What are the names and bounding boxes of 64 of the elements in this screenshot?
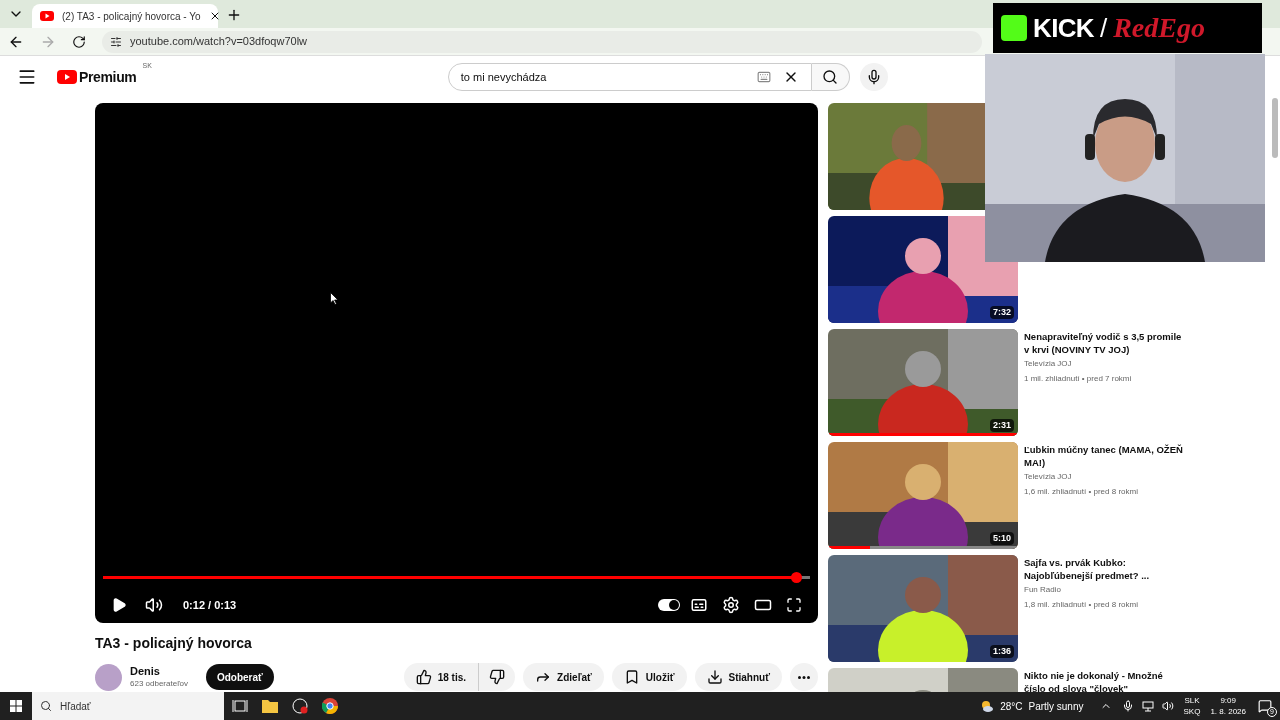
search-button[interactable] [811, 63, 850, 91]
microphone-icon[interactable] [1121, 700, 1134, 712]
save-button[interactable]: Uložiť [611, 663, 687, 692]
view-stats: 1,8 mil. zhliadnutí • pred 8 rokmi [1024, 599, 1139, 611]
network-icon[interactable] [1141, 700, 1154, 712]
thumbs-down-icon [489, 669, 506, 686]
more-icon [798, 675, 810, 679]
video-title-link[interactable]: Ľubkin múčny tanec (MAMA, OŽEŇ MA!) [1024, 443, 1184, 469]
more-button[interactable] [790, 663, 818, 692]
share-button[interactable]: Zdieľať [523, 663, 604, 692]
video-title-link[interactable]: Nikto nie je dokonalý - Množné číslo od slova "človek" [1024, 669, 1184, 692]
recorder-icon[interactable] [292, 698, 308, 714]
video-title: TA3 - policajný hovorca [95, 634, 253, 654]
channel-name[interactable]: Fun Radio [1024, 584, 1184, 596]
volume-icon[interactable] [145, 596, 163, 615]
time-display: 0:12 / 0:13 [183, 598, 237, 614]
divider-slash: / [1099, 11, 1108, 45]
channel-name[interactable]: Televízia JOJ [1024, 358, 1184, 370]
thumbs-up-icon [415, 669, 432, 686]
taskbar-search-field[interactable]: Hľadať [32, 692, 224, 720]
voice-search-button[interactable] [859, 63, 888, 91]
video-player[interactable]: 0:12 / 0:13 [95, 103, 818, 624]
clock[interactable]: 9:09 1. 8. 2026 [1210, 695, 1246, 717]
fullscreen-icon[interactable] [786, 597, 802, 614]
youtube-logo-icon[interactable] [57, 70, 77, 84]
keyboard-icon[interactable] [756, 70, 771, 84]
youtube-favicon-icon [40, 11, 54, 21]
task-view-icon[interactable] [232, 698, 248, 714]
weather-text[interactable]: Partly sunny [1028, 698, 1084, 714]
speaker-icon[interactable] [1161, 700, 1174, 712]
temperature[interactable]: 28°C [1000, 698, 1023, 714]
autoplay-toggle[interactable] [658, 599, 680, 612]
search-icon [822, 69, 839, 85]
channel-name[interactable]: Denis [130, 665, 188, 680]
notifications-icon[interactable] [1258, 699, 1272, 713]
menu-icon[interactable] [17, 67, 37, 87]
view-stats: 1,6 mil. zhliadnutí • pred 8 rokmi [1024, 486, 1139, 498]
windows-start-icon[interactable] [10, 700, 22, 712]
play-icon[interactable] [111, 597, 127, 614]
scrollbar[interactable] [1272, 98, 1278, 158]
progress-handle[interactable] [791, 572, 803, 584]
address-field[interactable]: youtube.com/watch?v=03dfoqw70lw [102, 30, 982, 53]
folder-icon[interactable] [262, 699, 278, 713]
mouse-cursor-icon [330, 292, 339, 305]
channel-text: RedEgo [1113, 11, 1205, 45]
new-tab-icon[interactable] [226, 7, 242, 23]
chrome-icon[interactable] [322, 698, 338, 714]
download-button[interactable]: Stiahnuť [694, 663, 782, 692]
view-stats: 1 mil. zhliadnutí • pred 7 rokmi [1024, 373, 1133, 385]
browser-tab[interactable]: (2) TA3 - policajný hovorca - Yo [32, 4, 218, 28]
brand-text: KICK [1033, 11, 1094, 45]
language-indicator[interactable]: SLK SKQ [1183, 695, 1201, 717]
subscriber-count: 623 odberateľov [130, 679, 188, 690]
weather-icon[interactable] [980, 699, 995, 713]
site-info-icon[interactable] [110, 35, 122, 48]
reload-icon[interactable] [72, 34, 86, 49]
logo-text: Premium [79, 67, 137, 87]
video-title-link[interactable]: Nenapraviteľný vodič s 3,5 promile v krvi (NOVINY TV JOJ) [1024, 330, 1184, 356]
video-title-link[interactable]: Sajfa vs. prvák Kubko: Najobľúbenejší predmet? ... [1024, 556, 1184, 582]
settings-icon[interactable] [722, 596, 740, 615]
search-icon [40, 700, 52, 712]
channel-name[interactable]: Televízia JOJ [1024, 471, 1184, 483]
subscribe-button[interactable]: Odoberať [205, 664, 274, 691]
download-icon [706, 669, 723, 686]
